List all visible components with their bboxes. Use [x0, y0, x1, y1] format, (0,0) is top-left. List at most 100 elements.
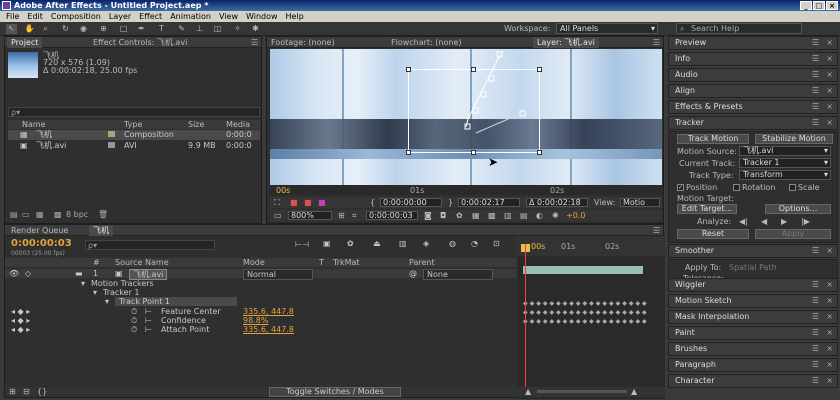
alpha-icon[interactable]: ■: [304, 198, 312, 207]
panel-menu-icon[interactable]: ☰: [812, 295, 819, 306]
maximize-button[interactable]: □: [813, 1, 825, 10]
smoother-panel-header[interactable]: Smoother ☰ ×: [668, 244, 838, 258]
property-value[interactable]: 335.6, 447.8: [243, 307, 294, 316]
keyframe-row[interactable]: ◆◆◆◆◆◆◆◆◆◆◆◆◆◆◆◆◆◆◆◆◆◆◆◆◆: [523, 310, 647, 316]
close-icon[interactable]: ×: [826, 295, 833, 307]
panel-menu-icon[interactable]: ☰: [812, 311, 819, 322]
exposure-value[interactable]: +0.0: [566, 211, 585, 220]
tab-render-queue[interactable]: Render Queue: [7, 225, 72, 236]
property-value[interactable]: 335.6, 447.8: [243, 325, 294, 334]
tab-effect-controls[interactable]: Effect Controls: 飞机.avi: [89, 37, 191, 48]
region-icon[interactable]: ⛶: [274, 198, 280, 208]
panel-menu-icon[interactable]: ☰: [812, 69, 819, 80]
zoom-dropdown[interactable]: 800%: [288, 211, 332, 220]
toggle-transparency-icon[interactable]: ▩: [488, 211, 496, 220]
current-time-display[interactable]: 0:00:00:03: [11, 238, 72, 249]
close-icon[interactable]: ×: [826, 359, 833, 371]
close-icon[interactable]: ×: [826, 37, 833, 49]
timeline-search-input[interactable]: ρ▾: [85, 240, 215, 250]
live-update-icon[interactable]: ▣: [323, 239, 331, 248]
table-row[interactable]: ◂ ◆ ▸ ⏱ ⊢ Attach Point 335.6, 447.8: [5, 325, 517, 334]
keyframe-row[interactable]: ◆◆◆◆◆◆◆◆◆◆◆◆◆◆◆◆◆◆◆◆◆◆◆◆◆: [523, 301, 647, 307]
time-ruler[interactable]: 00s 01s 02s: [517, 236, 665, 256]
workspace-dropdown[interactable]: All Panels: [556, 23, 658, 34]
info-panel-header[interactable]: Info ☰ ×: [668, 52, 838, 66]
stopwatch-icon[interactable]: ⏱: [131, 316, 137, 325]
mask-tool-icon[interactable]: □: [118, 24, 129, 34]
analyze-back-frame-icon[interactable]: ◀|: [739, 217, 748, 226]
close-icon[interactable]: ×: [826, 311, 833, 323]
tree-group[interactable]: ▾ Tracker 1: [5, 288, 517, 297]
menu-view[interactable]: View: [219, 11, 238, 22]
panel-menu-icon[interactable]: ☰: [812, 85, 819, 96]
hide-shy-icon[interactable]: ⏏: [373, 239, 381, 248]
region-handle[interactable]: [406, 150, 411, 155]
tree-group[interactable]: ▾ Motion Trackers: [5, 279, 517, 288]
property-value[interactable]: 98.8%: [243, 316, 268, 325]
bpc-icon[interactable]: ▩: [54, 210, 62, 219]
region-handle[interactable]: [471, 67, 476, 72]
tab-layer[interactable]: Layer: 飞机.avi: [533, 37, 599, 48]
close-icon[interactable]: ×: [826, 375, 833, 387]
panel-menu-icon[interactable]: ☰: [812, 375, 819, 386]
fast-previews-icon[interactable]: ▤: [520, 211, 528, 220]
paragraph-panel-header[interactable]: Paragraph ☰ ×: [668, 358, 838, 372]
analyze-backward-icon[interactable]: ◀: [761, 217, 767, 226]
panel-menu-icon[interactable]: ☰: [653, 225, 660, 236]
tab-flowchart[interactable]: Flowchart: (none): [387, 37, 466, 48]
color-icon[interactable]: ■: [290, 198, 298, 207]
reset-exposure-icon[interactable]: ◐: [536, 211, 543, 220]
column-parent[interactable]: Parent: [409, 258, 435, 267]
menu-animation[interactable]: Animation: [170, 11, 211, 22]
list-item[interactable]: ▣ 飞机.avi AVI 9.9 MB 0:00:0: [8, 141, 260, 151]
out-point-icon[interactable]: }: [448, 198, 453, 207]
menu-edit[interactable]: Edit: [27, 11, 43, 22]
panel-menu-icon[interactable]: ☰: [812, 245, 819, 256]
region-handle[interactable]: [537, 67, 542, 72]
pixel-aspect-icon[interactable]: ▥: [504, 211, 512, 220]
keyframe-nav-icon[interactable]: ◂ ◆ ▸: [11, 325, 30, 334]
bpc-label[interactable]: 8 bpc: [66, 210, 88, 219]
project-search-input[interactable]: ρ▾: [8, 107, 260, 117]
grid-icon[interactable]: ⊞: [338, 211, 345, 220]
timeline-tracks[interactable]: 00s 01s 02s ◆◆◆◆◆◆◆◆◆◆◆◆◆◆◆◆◆◆◆ ◆◆◆◆◆◆ ◆◆…: [517, 236, 665, 399]
audio-panel-header[interactable]: Audio ☰ ×: [668, 68, 838, 82]
character-panel-header[interactable]: Character ☰ ×: [668, 374, 838, 388]
column-source-name[interactable]: Source Name: [115, 258, 169, 267]
rotate-tool-icon[interactable]: ↻: [60, 24, 71, 34]
stopwatch-icon[interactable]: ⏱: [131, 325, 137, 334]
reset-button[interactable]: Reset: [677, 229, 749, 239]
close-icon[interactable]: ×: [826, 327, 833, 339]
stabilize-motion-button[interactable]: Stabilize Motion: [755, 134, 833, 144]
menu-effect[interactable]: Effect: [139, 11, 162, 22]
puppet-tool-icon[interactable]: ✱: [250, 24, 261, 34]
rotation-checkbox[interactable]: Rotation: [733, 183, 775, 192]
expand-icon[interactable]: ▾: [105, 297, 109, 306]
selection-tool-icon[interactable]: ↖: [6, 24, 17, 34]
resolution-icon[interactable]: ▦: [472, 211, 480, 220]
current-time-indicator[interactable]: [525, 244, 526, 394]
list-item[interactable]: ▦ 飞机 Composition 0:00:0: [8, 130, 260, 140]
hand-tool-icon[interactable]: ✋: [24, 24, 35, 34]
panel-menu-icon[interactable]: ☰: [812, 37, 819, 48]
menu-composition[interactable]: Composition: [51, 11, 101, 22]
position-checkbox[interactable]: ✓ Position: [677, 183, 717, 192]
visibility-icon[interactable]: 👁: [9, 269, 19, 278]
keyframe-row[interactable]: ◆◆◆◆◆◆◆◆◆◆◆◆◆◆◆◆◆◆◆◆◆◆◆◆◆: [523, 319, 647, 325]
table-row[interactable]: ◂ ◆ ▸ ⏱ ⊢ Confidence 98.8%: [5, 316, 517, 325]
track-point-search-region[interactable]: [406, 67, 542, 155]
region-handle[interactable]: [537, 150, 542, 155]
panel-menu-icon[interactable]: ☰: [812, 359, 819, 370]
brush-tool-icon[interactable]: ✎: [176, 24, 187, 34]
out-point-field[interactable]: 0:00:02:17: [458, 198, 520, 207]
expand-icon[interactable]: ▾: [93, 288, 97, 297]
column-mode[interactable]: Mode: [243, 258, 265, 267]
wiggler-panel-header[interactable]: Wiggler ☰ ×: [668, 278, 838, 292]
color-icon[interactable]: ■: [318, 198, 326, 207]
clone-stamp-tool-icon[interactable]: ⊥: [194, 24, 205, 34]
fit-icon[interactable]: ▭: [274, 211, 282, 220]
comp-mini-flowchart-icon[interactable]: ⊢⊣: [295, 240, 309, 249]
in-point-field[interactable]: 0:00:00:00: [380, 198, 442, 207]
stopwatch-icon[interactable]: ⏱: [131, 307, 137, 316]
exposure-icon[interactable]: ✺: [552, 211, 559, 220]
